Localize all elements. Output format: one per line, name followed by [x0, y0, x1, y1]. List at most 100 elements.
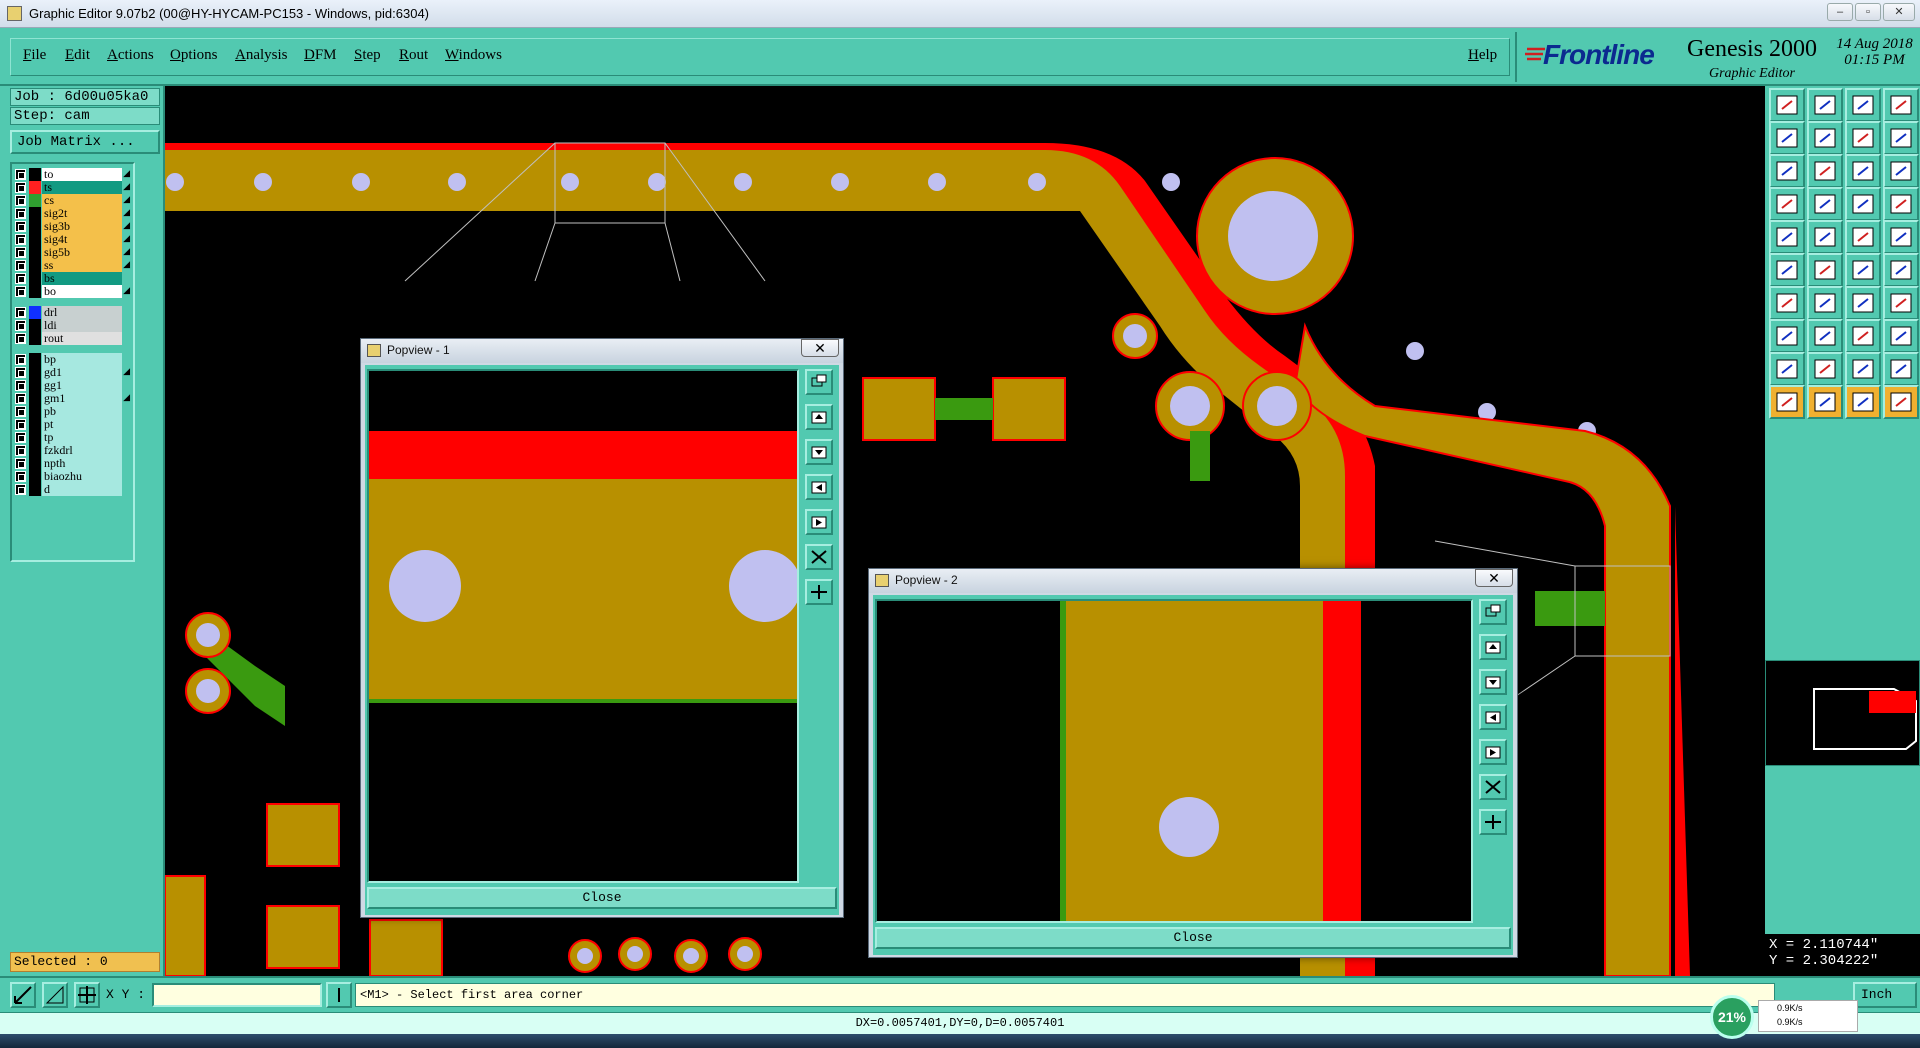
tool-layout-icon[interactable] — [1883, 88, 1919, 122]
menu-edit[interactable]: Edit — [65, 47, 90, 64]
menu-dfm[interactable]: DFM — [304, 47, 337, 64]
layer-row-sig2t[interactable]: sig2t ◢ — [15, 207, 133, 220]
minimap[interactable] — [1765, 660, 1920, 766]
popview-pan-left-button[interactable] — [805, 474, 833, 500]
tool-arc-icon[interactable] — [1845, 286, 1881, 320]
tool-segment-icon[interactable] — [1845, 253, 1881, 287]
layer-checkbox[interactable] — [15, 247, 26, 258]
tool-cross-icon[interactable] — [1807, 253, 1843, 287]
tool-scale-icon[interactable] — [1845, 154, 1881, 188]
tool-up-icon[interactable] — [1769, 88, 1805, 122]
tool-minus-icon[interactable] — [1807, 319, 1843, 353]
tool-line-icon[interactable] — [1807, 220, 1843, 254]
layer-row-pt[interactable]: pt — [15, 418, 133, 431]
layer-checkbox[interactable] — [15, 406, 26, 417]
layer-checkbox[interactable] — [15, 195, 26, 206]
tool-net-icon[interactable] — [1845, 187, 1881, 221]
tool-tri2-icon[interactable] — [1807, 352, 1843, 386]
popview-2-close-button[interactable]: Close — [875, 927, 1511, 949]
tool-node-icon[interactable] — [1769, 253, 1805, 287]
layer-row-d[interactable]: d — [15, 483, 133, 496]
tool-tri3-icon[interactable] — [1845, 352, 1881, 386]
layer-row-fzkdrl[interactable]: fzkdrl — [15, 444, 133, 457]
layer-checkbox[interactable] — [15, 169, 26, 180]
xy-input[interactable] — [152, 983, 322, 1007]
layer-row-gd1[interactable]: gd1 ◢ — [15, 366, 133, 379]
tool-mirror-icon[interactable] — [1845, 121, 1881, 155]
tool-pan-icon[interactable] — [1807, 154, 1843, 188]
layer-row-tp[interactable]: tp — [15, 431, 133, 444]
minimize-button[interactable]: – — [1827, 3, 1853, 21]
layer-checkbox[interactable] — [15, 182, 26, 193]
menu-file[interactable]: File — [23, 47, 46, 64]
layer-checkbox[interactable] — [15, 393, 26, 404]
tool-draw-icon[interactable] — [1807, 286, 1843, 320]
popview-fit-button[interactable] — [1479, 774, 1507, 800]
layer-row-ts[interactable]: ts ◢ — [15, 181, 133, 194]
menu-help[interactable]: Help — [1468, 47, 1497, 64]
popview-2-close-x[interactable]: ✕ — [1475, 569, 1513, 587]
layer-checkbox[interactable] — [15, 354, 26, 365]
tool-left-icon[interactable] — [1769, 121, 1805, 155]
menu-windows[interactable]: Windows — [445, 47, 502, 64]
layer-row-sig5b[interactable]: sig5b ◢ — [15, 246, 133, 259]
layer-row-bo[interactable]: bo ◢ — [15, 285, 133, 298]
tool-snap-icon[interactable] — [1769, 187, 1805, 221]
tool-add-line-icon[interactable] — [1769, 286, 1805, 320]
maximize-button[interactable]: ▫ — [1855, 3, 1881, 21]
layer-row-sig4t[interactable]: sig4t ◢ — [15, 233, 133, 246]
layer-row-bp[interactable]: bp — [15, 353, 133, 366]
layer-checkbox[interactable] — [15, 380, 26, 391]
tool-home-icon[interactable] — [1845, 88, 1881, 122]
layer-checkbox[interactable] — [15, 221, 26, 232]
info-icon[interactable] — [326, 982, 352, 1008]
popview-pan-up-button[interactable] — [1479, 634, 1507, 660]
popview-zoom-button[interactable] — [805, 369, 833, 395]
layer-checkbox[interactable] — [15, 273, 26, 284]
popview-2-window[interactable]: Popview - 2 ✕ Close — [868, 568, 1518, 958]
menu-actions[interactable]: Actions — [107, 47, 154, 64]
layer-checkbox[interactable] — [15, 432, 26, 443]
window-close-button[interactable]: ✕ — [1883, 3, 1915, 21]
layer-checkbox[interactable] — [15, 333, 26, 344]
layer-checkbox[interactable] — [15, 471, 26, 482]
tool-stack-icon[interactable] — [1883, 121, 1919, 155]
tool-circle-icon[interactable] — [1883, 220, 1919, 254]
menu-options[interactable]: Options — [170, 47, 218, 64]
snap-icon[interactable] — [10, 982, 36, 1008]
popview-home-button[interactable] — [805, 579, 833, 605]
layer-checkbox[interactable] — [15, 419, 26, 430]
layer-checkbox[interactable] — [15, 484, 26, 495]
tool-pad-icon[interactable] — [1769, 220, 1805, 254]
menu-step[interactable]: Step — [354, 47, 381, 64]
layer-row-cs[interactable]: cs ◢ — [15, 194, 133, 207]
popview-pan-up-button[interactable] — [805, 404, 833, 430]
layer-row-ldi[interactable]: ldi — [15, 319, 133, 332]
layer-checkbox[interactable] — [15, 367, 26, 378]
tool-segment2-icon[interactable] — [1883, 253, 1919, 287]
tool-select3-icon[interactable] — [1845, 385, 1881, 419]
layer-row-ss[interactable]: ss ◢ — [15, 259, 133, 272]
layer-row-pb[interactable]: pb — [15, 405, 133, 418]
tool-grid-icon[interactable] — [1807, 187, 1843, 221]
layer-checkbox[interactable] — [15, 208, 26, 219]
popview-fit-button[interactable] — [805, 544, 833, 570]
popview-zoom-button[interactable] — [1479, 599, 1507, 625]
network-meter[interactable]: 21% — [1710, 995, 1754, 1039]
popview-pan-left-button[interactable] — [1479, 704, 1507, 730]
layer-row-drl[interactable]: drl — [15, 306, 133, 319]
layer-checkbox[interactable] — [15, 234, 26, 245]
layer-checkbox[interactable] — [15, 445, 26, 456]
tool-fit-icon[interactable] — [1769, 154, 1805, 188]
layer-row-to[interactable]: to ◢ — [15, 168, 133, 181]
tool-select4-icon[interactable] — [1883, 385, 1919, 419]
tool-help-icon[interactable] — [1883, 154, 1919, 188]
popview-pan-down-button[interactable] — [1479, 669, 1507, 695]
grid-icon[interactable] — [74, 982, 100, 1008]
tool-select-icon[interactable] — [1769, 385, 1805, 419]
popview-1-window[interactable]: Popview - 1 ✕ Close — [360, 338, 844, 918]
tool-text-icon[interactable] — [1845, 220, 1881, 254]
popview-pan-down-button[interactable] — [805, 439, 833, 465]
layer-checkbox[interactable] — [15, 307, 26, 318]
menu-rout[interactable]: Rout — [399, 47, 428, 64]
